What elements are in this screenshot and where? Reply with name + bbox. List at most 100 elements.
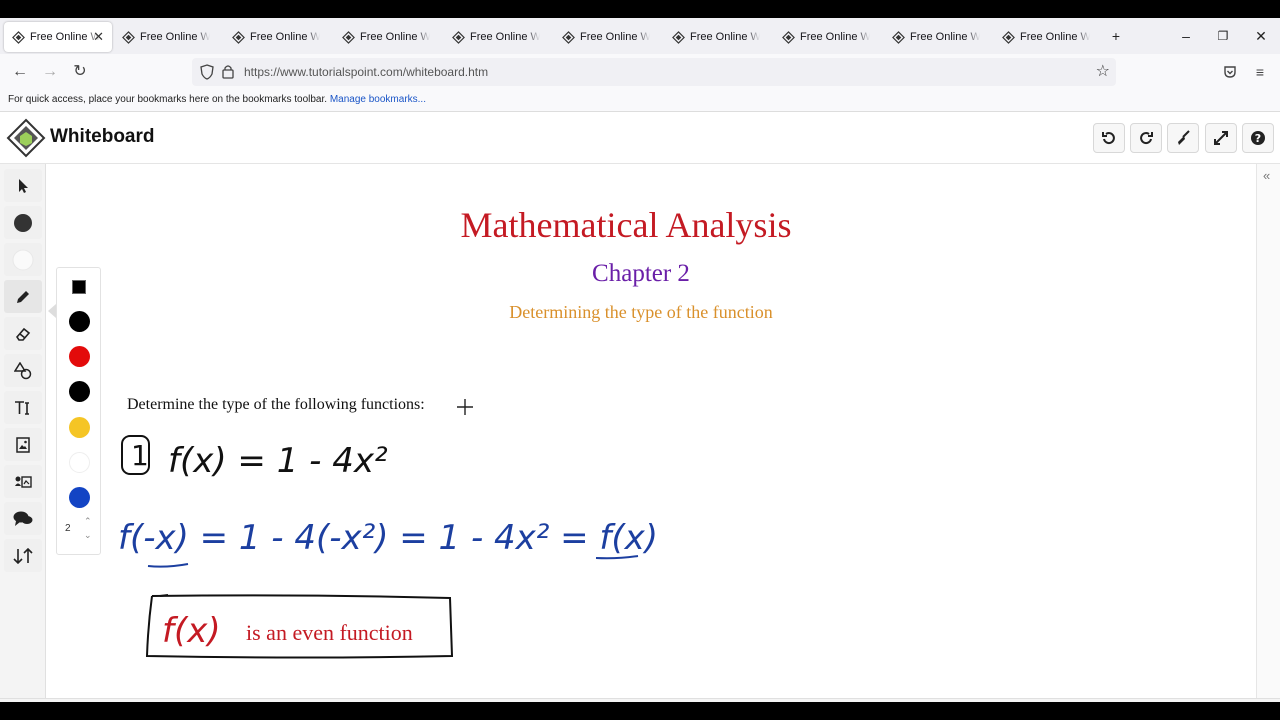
insert-media-button[interactable] [4, 465, 42, 498]
shapes-tool-button[interactable] [4, 354, 42, 387]
eraser-icon [15, 327, 31, 341]
palette-color-black[interactable] [69, 311, 90, 332]
pocket-icon[interactable] [1223, 65, 1237, 79]
whiteboard-header: Whiteboard ? [0, 112, 1280, 164]
palette-pointer [48, 304, 56, 318]
fill-color-button[interactable] [4, 243, 42, 276]
empty-circle-icon [12, 249, 34, 270]
stroke-color-button[interactable] [4, 206, 42, 239]
double-chevron-left-icon[interactable]: « [1263, 168, 1270, 183]
chevron-up-icon[interactable]: ⌃ [84, 516, 92, 527]
sort-arrows-icon [13, 547, 33, 564]
forward-button[interactable]: → [40, 62, 60, 82]
palette-color-blue[interactable] [69, 487, 90, 508]
browser-tab-6[interactable]: Free Online Whiteboard [554, 22, 662, 52]
pointer-icon [19, 178, 28, 193]
tab-label: Free Online Whiteboard [1020, 31, 1090, 43]
tutorialspoint-favicon-icon [1002, 30, 1015, 44]
help-button[interactable]: ? [1242, 123, 1274, 153]
equation-1-text: f(x) = 1 - 4x² [168, 441, 388, 481]
tutorialspoint-logo-icon [6, 118, 46, 158]
fullscreen-button[interactable] [1205, 123, 1237, 153]
address-bar[interactable]: https://www.tutorialspoint.com/whiteboar… [192, 58, 1116, 86]
tab-label: Free Online Whiteboard [360, 31, 430, 43]
bookmarks-hint: For quick access, place your bookmarks h… [8, 94, 328, 105]
close-tab-icon[interactable]: ✕ [93, 29, 104, 45]
image-tool-button[interactable] [4, 428, 42, 461]
conclusion-fx: f(x) [162, 611, 221, 651]
app-menu-icon[interactable]: ≡ [1250, 62, 1270, 82]
palette-color-black-2[interactable] [69, 381, 90, 402]
brush-size-stepper[interactable]: 2 ⌃ ⌄ [62, 516, 97, 544]
palette-color-red[interactable] [69, 346, 90, 367]
tutorialspoint-favicon-icon [782, 30, 795, 44]
tutorialspoint-favicon-icon [892, 30, 905, 44]
double-chevron-up-icon[interactable]: ︽ [1262, 701, 1276, 702]
pencil-icon [17, 290, 29, 303]
url-text[interactable]: https://www.tutorialspoint.com/whiteboar… [244, 65, 488, 79]
eraser-tool-button[interactable] [4, 317, 42, 350]
browser-tab-4[interactable]: Free Online Whiteboard [334, 22, 442, 52]
browser-tab-8[interactable]: Free Online Whiteboard [774, 22, 882, 52]
whiteboard-canvas[interactable]: Mathematical Analysis Chapter 2 Determin… [46, 164, 1256, 698]
browser-tab-7[interactable]: Free Online Whiteboard [664, 22, 772, 52]
text-tool-button[interactable] [4, 391, 42, 424]
tab-label: Free Online Whiteboard [250, 31, 320, 43]
whiteboard-page: Whiteboard ? Mathematical Analysis Chapt… [0, 112, 1280, 702]
browser-tab-10[interactable]: Free Online Whiteboard [994, 22, 1102, 52]
back-button[interactable]: ← [10, 62, 30, 82]
undo-button[interactable] [1093, 123, 1125, 153]
chat-bubbles-icon [13, 511, 33, 526]
select-tool-button[interactable] [4, 169, 42, 202]
palette-color-white[interactable] [69, 452, 90, 473]
redo-icon [1140, 132, 1153, 145]
tab-label: Free Online Whiteboard [910, 31, 980, 43]
media-icon [15, 475, 32, 488]
tutorialspoint-favicon-icon [122, 30, 135, 44]
new-tab-button[interactable]: + [1106, 26, 1126, 46]
brush-size-value: 2 [65, 523, 71, 534]
tab-label: Free Online Whiteboard [580, 31, 650, 43]
tutorialspoint-favicon-icon [342, 30, 355, 44]
image-icon [16, 436, 30, 453]
browser-tab-2[interactable]: Free Online Whiteboard [114, 22, 222, 52]
app-title: Whiteboard [50, 126, 155, 147]
expand-icon [1214, 131, 1228, 145]
equation-2-text: f(-x) = 1 - 4(-x²) = 1 - 4x² = f(x) [118, 518, 658, 558]
redo-button[interactable] [1130, 123, 1162, 153]
restore-window-button[interactable]: ❐ [1213, 26, 1233, 46]
minimize-window-button[interactable]: – [1176, 26, 1196, 46]
board-subtitle: Determining the type of the function [509, 302, 773, 322]
chat-button[interactable] [4, 502, 42, 535]
handwritten-equation-1: 1 f(x) = 1 - 4x² [121, 435, 388, 481]
browser-tab-3[interactable]: Free Online Whiteboard [224, 22, 332, 52]
bookmark-star-icon[interactable]: ☆ [1096, 61, 1110, 81]
browser-tab-9[interactable]: Free Online Whiteboard [884, 22, 992, 52]
tab-label: Free Online Whiteboard [470, 31, 540, 43]
right-panel-strip: « [1256, 164, 1280, 698]
palette-swatch-square[interactable] [72, 280, 86, 294]
reload-button[interactable]: ↻ [70, 62, 90, 82]
browser-tab-1[interactable]: Free Online Whiteboard ✕ [4, 22, 112, 52]
text-icon [15, 400, 29, 415]
pen-tool-button[interactable] [4, 280, 42, 313]
manage-bookmarks-link[interactable]: Manage bookmarks... [330, 94, 426, 105]
crosshair-cursor-icon [457, 399, 473, 415]
tracking-shield-icon[interactable] [200, 64, 214, 80]
clear-board-button[interactable] [1167, 123, 1199, 153]
handwritten-equation-2: f(-x) = 1 - 4(-x²) = 1 - 4x² = f(x) [118, 518, 658, 568]
tab-label: Free Online Whiteboard [30, 31, 100, 43]
board-heading: Mathematical Analysis [460, 205, 792, 245]
help-icon: ? [1251, 131, 1265, 145]
tutorialspoint-favicon-icon [232, 30, 245, 44]
lock-icon[interactable] [222, 64, 234, 79]
close-window-button[interactable]: ✕ [1251, 26, 1271, 46]
svg-text:?: ? [1255, 132, 1261, 145]
chevron-down-icon[interactable]: ⌄ [84, 530, 92, 541]
browser-window: Free Online Whiteboard ✕ Free Online Whi… [0, 18, 1280, 702]
import-export-button[interactable] [4, 539, 42, 572]
tutorialspoint-favicon-icon [562, 30, 575, 44]
browser-tab-5[interactable]: Free Online Whiteboard [444, 22, 552, 52]
bottom-panel-strip: ︽ [0, 698, 1280, 702]
palette-color-yellow[interactable] [69, 417, 90, 438]
